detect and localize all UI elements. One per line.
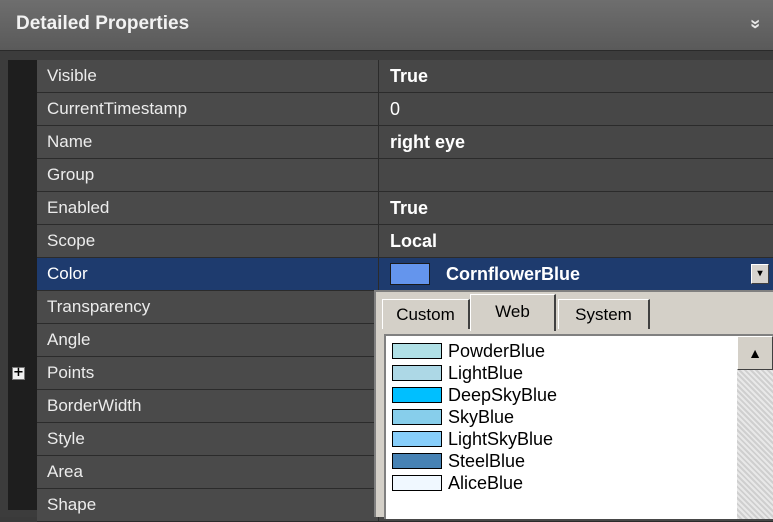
- property-name: Shape: [37, 489, 379, 521]
- color-picker-dropdown: Custom Web System PowderBlue LightBlue D…: [374, 290, 773, 519]
- list-scrollbar[interactable]: ▲: [737, 336, 773, 519]
- property-row-group[interactable]: Group: [37, 159, 773, 192]
- list-item[interactable]: SteelBlue: [392, 450, 525, 472]
- property-name: Style: [37, 423, 379, 455]
- property-grid-gutter: [8, 60, 37, 510]
- property-value[interactable]: Local: [379, 225, 773, 257]
- property-row-currenttimestamp[interactable]: CurrentTimestamp 0: [37, 93, 773, 126]
- property-value[interactable]: right eye: [379, 126, 773, 158]
- property-name: BorderWidth: [37, 390, 379, 422]
- property-value[interactable]: 0: [379, 93, 773, 125]
- detailed-properties-panel: Detailed Properties » Visible True Curre…: [0, 0, 773, 522]
- color-chip: [392, 474, 442, 491]
- property-name: Scope: [37, 225, 379, 257]
- color-name: SkyBlue: [448, 407, 515, 427]
- panel-header[interactable]: Detailed Properties »: [0, 0, 773, 51]
- property-value[interactable]: [379, 159, 773, 191]
- property-name: Transparency: [37, 291, 379, 323]
- color-value-label: CornflowerBlue: [446, 264, 581, 284]
- property-name: Visible: [37, 60, 379, 92]
- property-name: Angle: [37, 324, 379, 356]
- list-item[interactable]: AliceBlue: [392, 472, 523, 494]
- color-chip: [392, 342, 442, 359]
- tab-system[interactable]: System: [558, 299, 650, 329]
- property-row-scope[interactable]: Scope Local: [37, 225, 773, 258]
- collapse-chevron-icon[interactable]: »: [744, 13, 768, 35]
- color-name: DeepSkyBlue: [448, 385, 558, 405]
- color-name: PowderBlue: [448, 341, 546, 361]
- expand-plus-icon[interactable]: +: [12, 366, 25, 380]
- list-item[interactable]: LightBlue: [392, 362, 523, 384]
- panel-title: Detailed Properties: [16, 13, 190, 34]
- color-chip: [392, 430, 442, 447]
- color-name: LightBlue: [448, 363, 524, 383]
- property-value[interactable]: True: [379, 192, 773, 224]
- color-name: SteelBlue: [448, 451, 526, 471]
- property-name: Area: [37, 456, 379, 488]
- property-name: Enabled: [37, 192, 379, 224]
- property-name: Group: [37, 159, 379, 191]
- color-chip: [392, 408, 442, 425]
- color-swatch: [390, 262, 430, 285]
- color-dropdown-button[interactable]: ▾: [751, 264, 769, 284]
- property-row-color[interactable]: Color CornflowerBlue ▾: [37, 258, 773, 291]
- color-chip: [392, 364, 442, 381]
- list-item[interactable]: DeepSkyBlue: [392, 384, 557, 406]
- property-row-enabled[interactable]: Enabled True: [37, 192, 773, 225]
- property-row-visible[interactable]: Visible True: [37, 60, 773, 93]
- property-row-name[interactable]: Name right eye: [37, 126, 773, 159]
- color-chip: [392, 452, 442, 469]
- tab-custom[interactable]: Custom: [382, 299, 470, 329]
- web-color-list[interactable]: PowderBlue LightBlue DeepSkyBlue SkyBlue…: [384, 334, 773, 519]
- list-item[interactable]: PowderBlue: [392, 340, 545, 362]
- property-name: Color: [37, 258, 379, 290]
- property-value[interactable]: True: [379, 60, 773, 92]
- property-value-color[interactable]: CornflowerBlue ▾: [379, 258, 773, 290]
- property-name: CurrentTimestamp: [37, 93, 379, 125]
- tab-web[interactable]: Web: [470, 294, 556, 331]
- property-name: Name: [37, 126, 379, 158]
- list-item[interactable]: SkyBlue: [392, 406, 514, 428]
- color-chip: [392, 386, 442, 403]
- list-item[interactable]: LightSkyBlue: [392, 428, 553, 450]
- property-name: Points: [37, 357, 379, 389]
- color-name: LightSkyBlue: [448, 429, 554, 449]
- color-name: AliceBlue: [448, 473, 524, 493]
- scroll-up-arrow-icon[interactable]: ▲: [737, 336, 773, 370]
